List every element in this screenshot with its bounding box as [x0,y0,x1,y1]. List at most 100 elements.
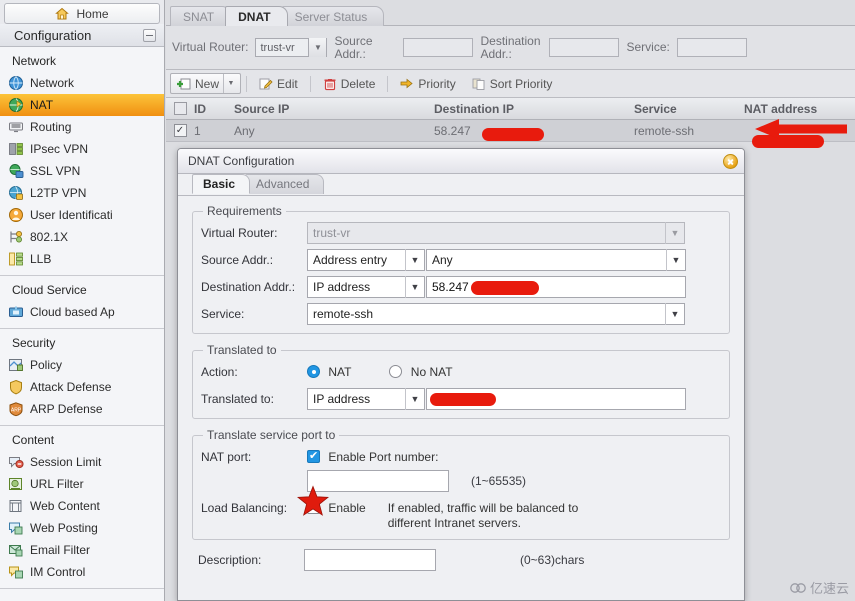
sidebar-item-ssl-vpn[interactable]: SSL VPN [0,160,164,182]
trash-icon [324,78,336,90]
user-identification-icon [8,207,24,223]
sidebar-item-cloud-based-ap[interactable]: Cloud based Ap [0,301,164,323]
action-row: Action: NAT No NAT [201,361,721,383]
new-button[interactable]: New ▼ [170,73,242,94]
new-icon [177,78,191,89]
port-value-row: (1~65535) [201,470,721,492]
configuration-section-header[interactable]: Configuration [0,24,164,47]
destination-addr-input[interactable]: 58.247 [426,276,686,298]
sidebar-item-attack-defense[interactable]: Attack Defense [0,376,164,398]
nat-port-label: NAT port: [201,450,252,464]
action-nonat-radio[interactable]: No NAT [389,365,453,379]
sort-priority-icon [472,78,485,90]
sort-priority-button[interactable]: Sort Priority [465,73,560,94]
description-row: Description: (0~63)chars [192,549,730,571]
dialog-tab-advanced[interactable]: Advanced [245,174,325,194]
column-header-source-ip[interactable]: Source IP [234,102,434,116]
priority-label: Priority [418,76,456,91]
sidebar-item-email-filter[interactable]: Email Filter [0,539,164,561]
source-addr-value: Any [432,253,453,267]
sidebar-item-web-posting[interactable]: Web Posting [0,517,164,539]
select-all-checkbox[interactable] [166,102,194,115]
virtual-router-value: trust-vr [313,226,351,240]
dialog-title-bar[interactable]: DNAT Configuration [178,149,744,174]
filter-virtual-router-label: Virtual Router: [172,40,249,54]
sidebar-item-label: L2TP VPN [30,186,87,200]
filter-destination-addr-input[interactable] [549,38,620,57]
virtual-router-label: Virtual Router: [201,226,278,240]
sort-priority-label: Sort Priority [489,76,553,91]
source-addr-value-select[interactable]: Any ▼ [426,249,686,271]
close-icon[interactable] [723,153,738,169]
sidebar-item-label: LLB [30,252,52,266]
filter-service-input[interactable] [676,38,747,57]
sidebar-item-l2tp-vpn[interactable]: L2TP VPN [0,182,164,204]
description-input[interactable] [304,549,436,571]
source-addr-type-value: Address entry [313,253,388,267]
filter-virtual-router-select[interactable]: trust-vr ▼ [255,38,328,57]
dialog-tab-basic[interactable]: Basic [192,174,251,194]
sidebar-item-llb[interactable]: LLB [0,248,164,270]
redaction-mark [752,134,824,148]
port-number-input[interactable] [307,470,449,492]
sidebar-item-802-1x[interactable]: 802.1X [0,226,164,248]
column-header-destination-ip[interactable]: Destination IP [434,102,634,116]
sidebar-item-label: URL Filter [30,477,84,491]
column-header-nat-address[interactable]: NAT address [744,102,854,116]
sidebar-item-url-filter[interactable]: URL Filter [0,473,164,495]
collapse-icon[interactable] [143,28,156,42]
enable-port-checkbox[interactable]: Enable Port number: [307,446,438,464]
sidebar-item-arp-defense[interactable]: ARP ARP Defense [0,398,164,420]
sidebar-item-web-content[interactable]: Web Content [0,495,164,517]
translated-to-type-select[interactable]: IP address ▼ [307,388,425,410]
sidebar-item-im-control[interactable]: IM Control [0,561,164,583]
cell-service: remote-ssh [634,123,695,138]
new-dropdown-arrow-icon[interactable]: ▼ [223,74,238,93]
home-button[interactable]: Home [4,3,160,24]
sidebar-item-policy[interactable]: Policy [0,354,164,376]
column-header-service[interactable]: Service [634,102,744,116]
llb-icon [8,251,24,267]
chevron-down-icon: ▼ [405,276,424,298]
tab-server-status[interactable]: Server Status [281,6,385,26]
action-toolbar: New ▼ Edit Delete Priority Sort Priority [166,70,855,98]
column-header-id[interactable]: ID [194,102,234,116]
priority-button[interactable]: Priority [393,73,462,94]
chevron-down-icon: ▼ [405,388,424,410]
tab-dnat[interactable]: DNAT [225,6,288,26]
destination-addr-type-select[interactable]: IP address ▼ [307,276,425,298]
table-row[interactable]: ✓ 1 Any 58.247 remote-ssh [166,120,855,148]
globe-icon [8,75,24,91]
delete-button[interactable]: Delete [316,73,383,94]
chevron-down-icon: ▼ [666,249,685,271]
service-value: remote-ssh [313,307,374,321]
translated-to-legend: Translated to [207,343,277,357]
sidebar-item-nat[interactable]: NAT [0,94,164,116]
filter-source-addr-input[interactable] [403,38,474,57]
sidebar: Home Configuration Network Network NAT R… [0,0,165,601]
load-balancing-checkbox[interactable]: Enable [307,497,366,515]
translated-to-row: Translated to: IP address ▼ [201,388,721,410]
destination-addr-type-value: IP address [313,280,371,294]
service-select[interactable]: remote-ssh ▼ [307,303,685,325]
description-label: Description: [198,553,262,567]
translated-to-input[interactable] [426,388,686,410]
sidebar-item-user-identificati[interactable]: User Identificati [0,204,164,226]
delete-label: Delete [340,76,376,91]
home-icon [55,7,70,19]
edit-button[interactable]: Edit [252,73,305,94]
load-balancing-enable-label: Enable [328,501,366,515]
sidebar-item-ipsec-vpn[interactable]: IPsec VPN [0,138,164,160]
sidebar-item-label: Web Content [30,499,100,513]
sidebar-item-network[interactable]: Network [0,72,164,94]
tab-snat[interactable]: SNAT [170,6,232,26]
url-filter-icon [8,476,24,492]
load-balancing-row: Load Balancing: Enable If enabled, traff… [201,497,721,531]
source-addr-type-select[interactable]: Address entry ▼ [307,249,425,271]
row-checkbox[interactable]: ✓ [166,124,194,137]
sidebar-group-title: Content [12,433,55,447]
sidebar-item-routing[interactable]: Routing [0,116,164,138]
sidebar-item-session-limit[interactable]: Session Limit [0,451,164,473]
action-nat-radio[interactable]: NAT [307,365,351,379]
sidebar-group-content: Content Session Limit URL Filter Web Con… [0,426,164,589]
